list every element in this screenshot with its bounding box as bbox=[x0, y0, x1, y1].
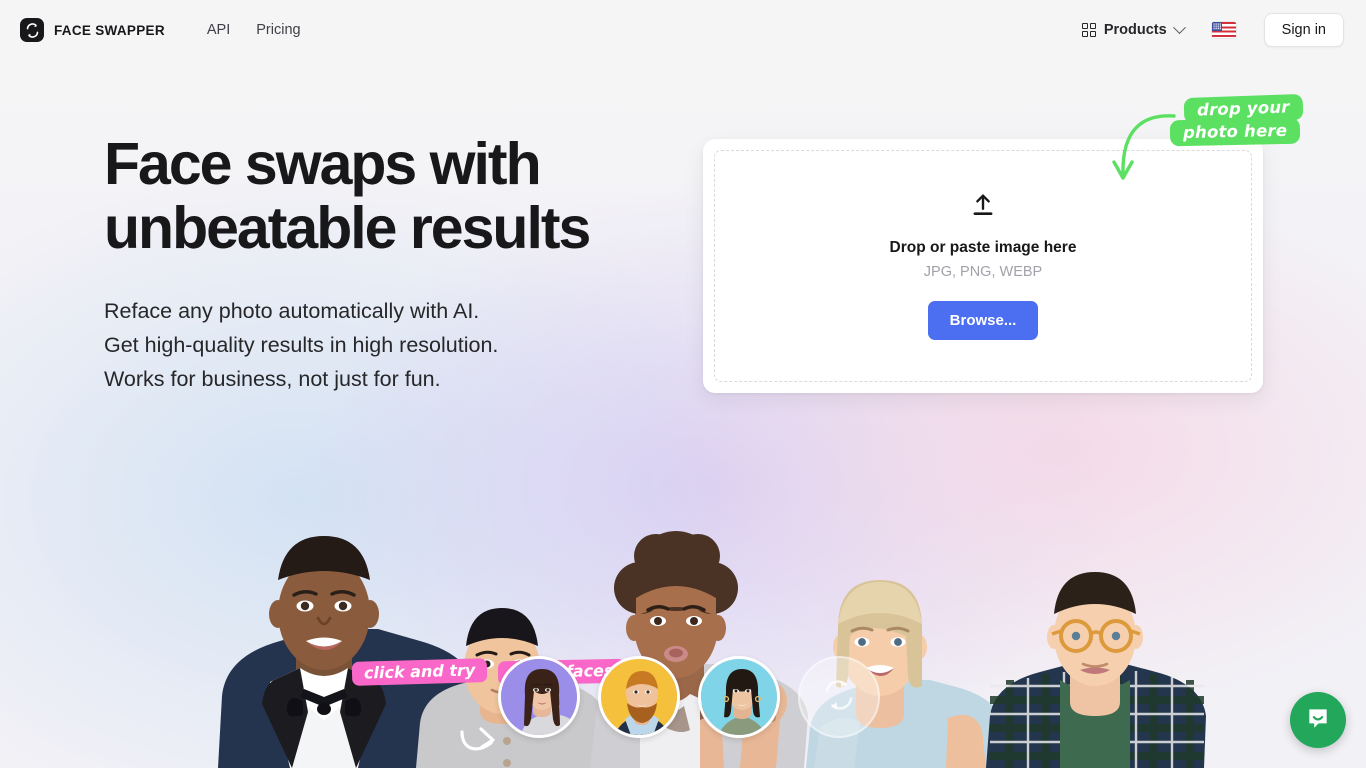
nav-link-api[interactable]: API bbox=[207, 22, 230, 38]
brand-logo[interactable]: FACE SWAPPER bbox=[20, 18, 165, 42]
header-right: Products Sign in bbox=[1081, 13, 1344, 47]
upload-title: Drop or paste image here bbox=[889, 239, 1077, 256]
face-option-1[interactable] bbox=[498, 656, 580, 738]
hero-copy: Face swaps with unbeatable results Refac… bbox=[104, 131, 591, 396]
upload-card: Drop or paste image here JPG, PNG, WEBP … bbox=[703, 139, 1263, 393]
site-header: FACE SWAPPER API Pricing Products Sign i… bbox=[0, 0, 1366, 60]
face-option-3[interactable] bbox=[698, 656, 780, 738]
primary-nav: API Pricing bbox=[207, 22, 301, 38]
brand-name: FACE SWAPPER bbox=[54, 22, 165, 38]
browse-button[interactable]: Browse... bbox=[927, 301, 1039, 340]
grid-icon bbox=[1081, 23, 1096, 37]
upload-arrow-icon bbox=[970, 192, 996, 223]
refresh-swap-icon bbox=[822, 678, 856, 717]
more-faces-button[interactable] bbox=[798, 656, 880, 738]
face-swap-logo-icon bbox=[20, 18, 44, 42]
sign-in-button[interactable]: Sign in bbox=[1263, 13, 1344, 47]
hero-subtitle: Reface any photo automatically with AI. … bbox=[104, 299, 499, 391]
products-label: Products bbox=[1103, 22, 1167, 38]
chat-widget-button[interactable] bbox=[1290, 692, 1346, 748]
face-picker bbox=[498, 656, 880, 738]
page-root: FACE SWAPPER API Pricing Products Sign i… bbox=[0, 0, 1366, 768]
nav-link-pricing[interactable]: Pricing bbox=[256, 22, 300, 38]
upload-dropzone[interactable]: Drop or paste image here JPG, PNG, WEBP … bbox=[714, 150, 1252, 382]
upload-formats: JPG, PNG, WEBP bbox=[923, 264, 1043, 280]
page-title: Face swaps with unbeatable results bbox=[104, 131, 591, 261]
person-5 bbox=[986, 572, 1206, 768]
us-flag-icon[interactable] bbox=[1211, 22, 1236, 38]
chevron-down-icon bbox=[1172, 20, 1186, 34]
products-menu[interactable]: Products bbox=[1081, 20, 1186, 38]
face-option-2[interactable] bbox=[598, 656, 680, 738]
chat-bubble-icon bbox=[1305, 705, 1331, 736]
